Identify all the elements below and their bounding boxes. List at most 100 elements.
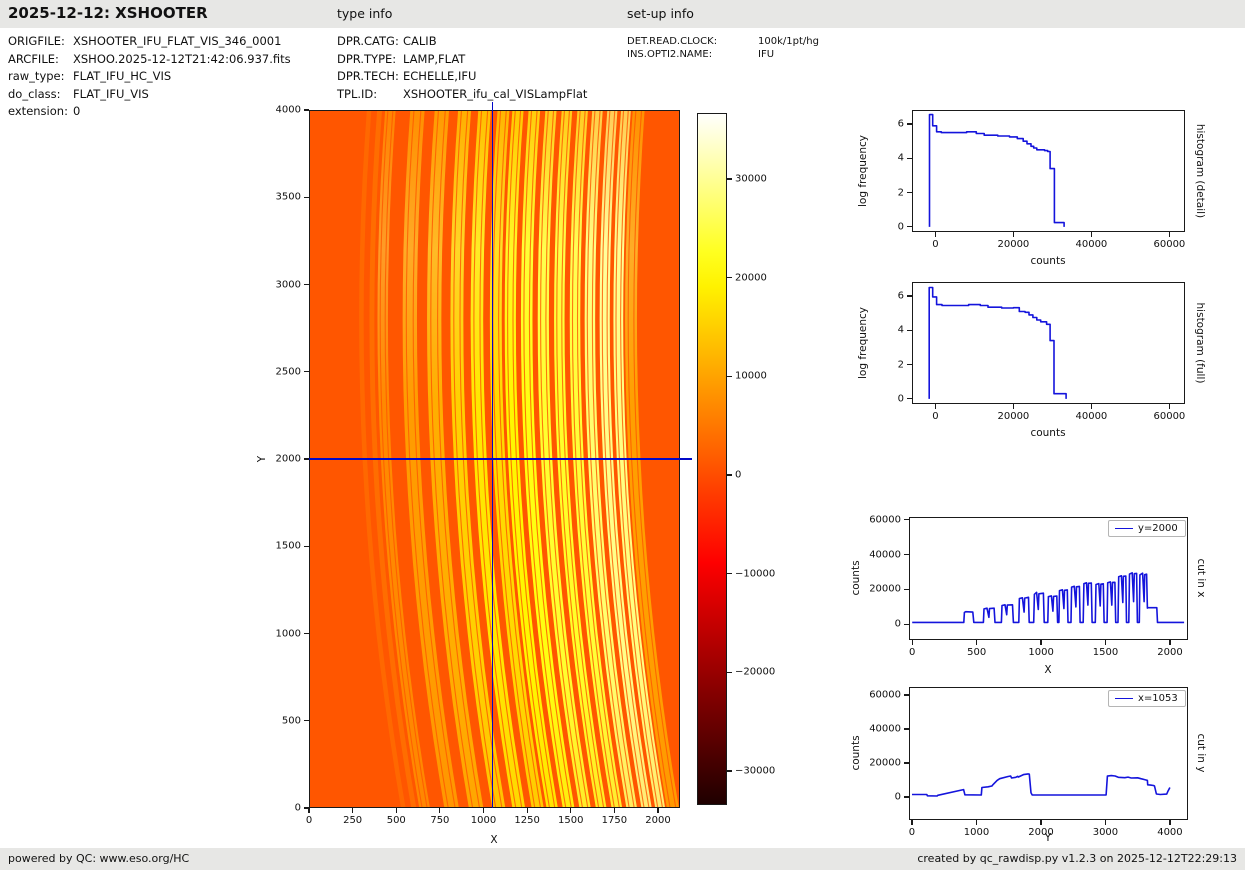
file-info-row: do_class:FLAT_IFU_VIS bbox=[8, 86, 291, 104]
main-image-ytick bbox=[304, 807, 309, 808]
main-image-ytick-label: 500 bbox=[282, 715, 301, 726]
cut-y-ytick-label: 0 bbox=[895, 792, 901, 803]
hist-detail-ytick-label: 2 bbox=[898, 187, 904, 198]
main-image-xtick-label: 0 bbox=[306, 815, 312, 826]
main-image-xtick-label: 750 bbox=[430, 815, 449, 826]
hist-detail-ytick-label: 0 bbox=[898, 221, 904, 232]
hist-full-ytick bbox=[907, 330, 912, 331]
hist-detail-ytick bbox=[907, 192, 912, 193]
cut-y-xtick-label: 2000 bbox=[1028, 827, 1053, 838]
type-info-list: DPR.CATG:CALIBDPR.TYPE:LAMP,FLATDPR.TECH… bbox=[337, 33, 587, 103]
meta-label: ARCFILE: bbox=[8, 51, 73, 69]
main-yaxis-label: Y bbox=[256, 456, 268, 462]
cut-x-ytick-label: 20000 bbox=[869, 584, 901, 595]
main-image-ytick-label: 1000 bbox=[276, 628, 301, 639]
meta-value: FLAT_IFU_HC_VIS bbox=[73, 68, 171, 86]
colorbar-tick bbox=[727, 277, 732, 278]
cut-y-frame bbox=[909, 687, 1188, 820]
cut-x-ytick bbox=[904, 624, 909, 625]
cut-x-xtick-label: 500 bbox=[967, 647, 986, 658]
cut-x-xtick-label: 0 bbox=[909, 647, 915, 658]
main-image-ytick-label: 4000 bbox=[276, 105, 301, 116]
setup-info-title: set-up info bbox=[627, 6, 694, 21]
hist-full-xtick-label: 40000 bbox=[1075, 411, 1107, 422]
main-image-xtick-label: 250 bbox=[343, 815, 362, 826]
main-image-xtick bbox=[308, 808, 309, 813]
colorbar-tick-label: −30000 bbox=[735, 765, 775, 776]
type-info-row: DPR.TECH:ECHELLE,IFU bbox=[337, 68, 587, 86]
main-image-ytick-label: 0 bbox=[295, 803, 301, 814]
hist-detail-right-label: histogram (detail) bbox=[1194, 124, 1206, 218]
colorbar-tick bbox=[727, 376, 732, 377]
main-image-ytick bbox=[304, 109, 309, 110]
hist-full-ytick bbox=[907, 364, 912, 365]
qc-report-figure: 2025-12-12: XSHOOTER type info set-up in… bbox=[0, 0, 1245, 870]
cut-x-xtick-label: 1500 bbox=[1093, 647, 1118, 658]
colorbar-tick-label: 10000 bbox=[735, 371, 767, 382]
meta-value: LAMP,FLAT bbox=[403, 51, 465, 69]
main-image-xtick-label: 1500 bbox=[558, 815, 583, 826]
cut-x-xaxis-label: X bbox=[1044, 664, 1051, 676]
colorbar-tick bbox=[727, 474, 732, 475]
colorbar-tick bbox=[727, 672, 732, 673]
meta-label: extension: bbox=[8, 103, 73, 121]
colorbar-tick-label: 20000 bbox=[735, 272, 767, 283]
meta-label: DPR.CATG: bbox=[337, 33, 403, 51]
cut-x-xtick bbox=[1040, 640, 1041, 645]
hist-detail-yaxis-label: log frequency bbox=[857, 135, 869, 207]
meta-label: INS.OPTI2.NAME: bbox=[627, 48, 758, 61]
meta-value: XSHOO.2025-12-12T21:42:06.937.fits bbox=[73, 51, 291, 69]
cut-y-xtick bbox=[1040, 820, 1041, 825]
main-image-xtick bbox=[527, 808, 528, 813]
hist-full-xtick bbox=[1169, 404, 1170, 409]
main-image-xtick-label: 500 bbox=[387, 815, 406, 826]
main-image-xtick bbox=[570, 808, 571, 813]
meta-label: TPL.ID: bbox=[337, 86, 403, 104]
hist-full-xtick-label: 20000 bbox=[997, 411, 1029, 422]
crosshair-horizontal bbox=[309, 458, 692, 459]
cut-y-xtick bbox=[976, 820, 977, 825]
meta-value: XSHOOTER_IFU_FLAT_VIS_346_0001 bbox=[73, 33, 281, 51]
cut-x-ytick bbox=[904, 519, 909, 520]
main-image-xtick bbox=[352, 808, 353, 813]
cut-y-ytick-label: 20000 bbox=[869, 758, 901, 769]
meta-value: 100k/1pt/hg bbox=[758, 35, 819, 48]
hist-detail-ytick-label: 6 bbox=[898, 119, 904, 130]
cut-x-ytick-label: 0 bbox=[895, 619, 901, 630]
hist-full-frame bbox=[912, 282, 1185, 404]
hist-detail-xtick-label: 60000 bbox=[1153, 239, 1185, 250]
main-image-xtick bbox=[483, 808, 484, 813]
hist-detail-ytick bbox=[907, 123, 912, 124]
main-image-ytick bbox=[304, 633, 309, 634]
crosshair-vertical bbox=[492, 102, 493, 808]
hist-detail-xtick-label: 0 bbox=[932, 239, 938, 250]
colorbar-tick-label: −20000 bbox=[735, 667, 775, 678]
main-image-xtick bbox=[439, 808, 440, 813]
type-info-row: DPR.TYPE:LAMP,FLAT bbox=[337, 51, 587, 69]
meta-label: ORIGFILE: bbox=[8, 33, 73, 51]
hist-full-ytick bbox=[907, 295, 912, 296]
hist-full-xtick-label: 60000 bbox=[1153, 411, 1185, 422]
main-xaxis-label: X bbox=[490, 834, 497, 846]
main-image-ytick bbox=[304, 197, 309, 198]
hist-full-ytick-label: 2 bbox=[898, 359, 904, 370]
hist-full-xtick bbox=[1091, 404, 1092, 409]
main-image-xtick-label: 1750 bbox=[602, 815, 627, 826]
hist-detail-frame bbox=[912, 110, 1185, 232]
meta-value: XSHOOTER_ifu_cal_VISLampFlat bbox=[403, 86, 587, 104]
hist-full-xaxis-label: counts bbox=[1030, 427, 1065, 439]
meta-label: do_class: bbox=[8, 86, 73, 104]
file-info-list: ORIGFILE:XSHOOTER_IFU_FLAT_VIS_346_0001A… bbox=[8, 33, 291, 121]
cut-y-ytick-label: 40000 bbox=[869, 724, 901, 735]
cut-x-xtick-label: 1000 bbox=[1028, 647, 1053, 658]
hist-detail-xtick bbox=[935, 232, 936, 237]
main-image-ytick bbox=[304, 546, 309, 547]
main-image-xtick-label: 2000 bbox=[645, 815, 670, 826]
type-info-row: TPL.ID:XSHOOTER_ifu_cal_VISLampFlat bbox=[337, 86, 587, 104]
cut-y-xtick-label: 1000 bbox=[964, 827, 989, 838]
cut-y-xtick bbox=[1105, 820, 1106, 825]
footer-left-text: powered by QC: www.eso.org/HC bbox=[8, 852, 189, 865]
main-image-ytick-label: 3000 bbox=[276, 279, 301, 290]
setup-info-row: DET.READ.CLOCK:100k/1pt/hg bbox=[627, 35, 819, 48]
cut-y-ytick bbox=[904, 796, 909, 797]
